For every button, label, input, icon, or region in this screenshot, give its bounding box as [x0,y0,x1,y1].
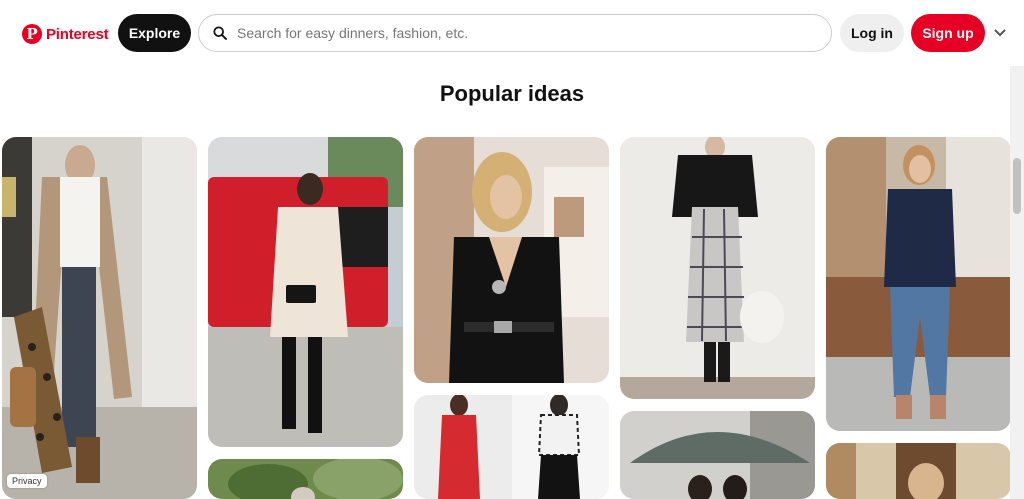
scrollbar-thumb[interactable] [1013,158,1021,214]
brand-name: Pinterest [46,25,109,43]
page-title: Popular ideas [439,81,585,106]
login-button[interactable]: Log in [840,14,904,52]
top-header: P Pinterest Explore Log in Sign up [0,0,1024,66]
pin-ripped-jeans-outfit[interactable] [826,137,1011,431]
search-bar[interactable] [198,14,832,52]
pin-cardigan-outfit[interactable] [2,137,197,499]
pin-jumpsuits[interactable] [414,395,609,499]
privacy-badge[interactable]: Privacy [7,474,47,488]
pin-plaid-skirt-outfit[interactable] [620,137,815,399]
pin-umbrella[interactable] [620,411,815,499]
search-input[interactable] [235,24,819,42]
pin-black-blouse-outfit[interactable] [414,137,609,383]
pin-street-trees[interactable] [208,459,403,499]
pinterest-icon: P [22,24,42,44]
pin-sweater-dress-outfit[interactable] [208,137,403,447]
signup-button[interactable]: Sign up [911,14,985,52]
chevron-down-icon[interactable] [993,27,1007,39]
scrollbar[interactable] [1010,66,1024,499]
search-icon [213,26,227,40]
explore-button[interactable]: Explore [118,14,191,52]
pin-interior-portrait[interactable] [826,443,1011,499]
pinterest-logo[interactable]: P Pinterest [22,22,109,46]
